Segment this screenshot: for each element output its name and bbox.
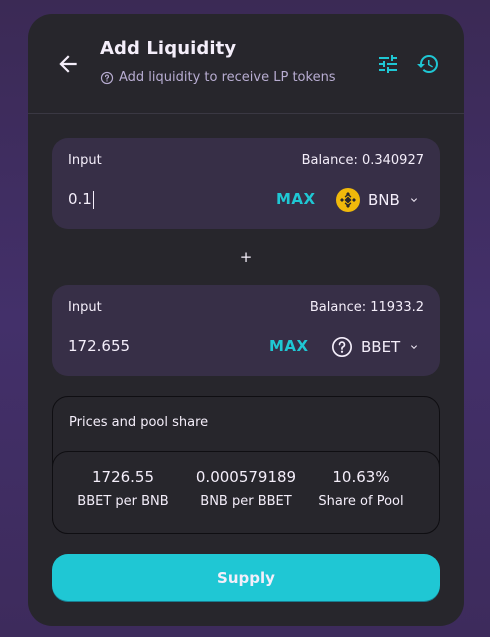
input-label: Input	[68, 300, 102, 315]
card-header: Add Liquidity Add liquidity to receive L…	[28, 14, 464, 114]
page-title: Add Liquidity	[100, 38, 237, 59]
balance-text: Balance: 0.340927	[301, 153, 424, 168]
token-symbol: BBET	[361, 338, 401, 356]
settings-button[interactable]	[376, 52, 400, 76]
page-subtitle: Add liquidity to receive LP tokens	[100, 70, 336, 85]
amount-input-b[interactable]: 172.655	[68, 337, 248, 355]
plus-separator: +	[239, 248, 253, 266]
input-label: Input	[68, 153, 102, 168]
stat-bbet-per-bnb: 1726.55 BBET per BNB	[73, 468, 173, 509]
stat-label: BBET per BNB	[77, 494, 169, 509]
history-button[interactable]	[416, 52, 440, 76]
token-select-bbet[interactable]: BBET	[331, 332, 420, 362]
amount-input-a[interactable]: 0.1	[68, 190, 248, 209]
token-select-bnb[interactable]: BNB	[336, 185, 420, 215]
amount-value: 0.1	[68, 190, 92, 208]
max-button[interactable]: MAX	[269, 337, 309, 355]
bnb-logo-icon	[336, 188, 360, 212]
prices-title: Prices and pool share	[69, 415, 209, 430]
subtitle-text: Add liquidity to receive LP tokens	[119, 70, 336, 85]
arrow-left-icon	[59, 55, 77, 73]
currency-input-b: Input Balance: 11933.2 172.655 MAX BBET	[52, 285, 440, 376]
back-button[interactable]	[54, 50, 82, 78]
unknown-token-icon	[332, 337, 352, 357]
currency-input-a: Input Balance: 0.340927 0.1 MAX BNB	[52, 138, 440, 229]
stat-value: 10.63%	[332, 468, 390, 486]
chevron-down-icon	[411, 345, 418, 349]
prices-stats-box: 1726.55 BBET per BNB 0.000579189 BNB per…	[52, 451, 440, 534]
stat-bnb-per-bbet: 0.000579189 BNB per BBET	[191, 468, 301, 509]
stat-label: Share of Pool	[318, 494, 404, 509]
balance-text: Balance: 11933.2	[309, 300, 424, 315]
prices-pool-share-panel: Prices and pool share 1726.55 BBET per B…	[52, 396, 440, 534]
supply-button[interactable]: Supply	[52, 554, 440, 602]
stat-value: 0.000579189	[195, 468, 297, 486]
chevron-down-icon	[410, 198, 417, 202]
history-icon	[417, 55, 438, 74]
max-button[interactable]: MAX	[276, 190, 316, 208]
text-caret	[92, 190, 94, 209]
add-liquidity-card: Add Liquidity Add liquidity to receive L…	[28, 14, 464, 626]
token-symbol: BNB	[368, 191, 400, 209]
stat-share-of-pool: 10.63% Share of Pool	[311, 468, 411, 509]
stat-label: BNB per BBET	[200, 494, 292, 509]
stat-value: 1726.55	[91, 468, 155, 486]
sliders-icon	[379, 55, 397, 73]
help-circle-icon	[100, 71, 114, 84]
